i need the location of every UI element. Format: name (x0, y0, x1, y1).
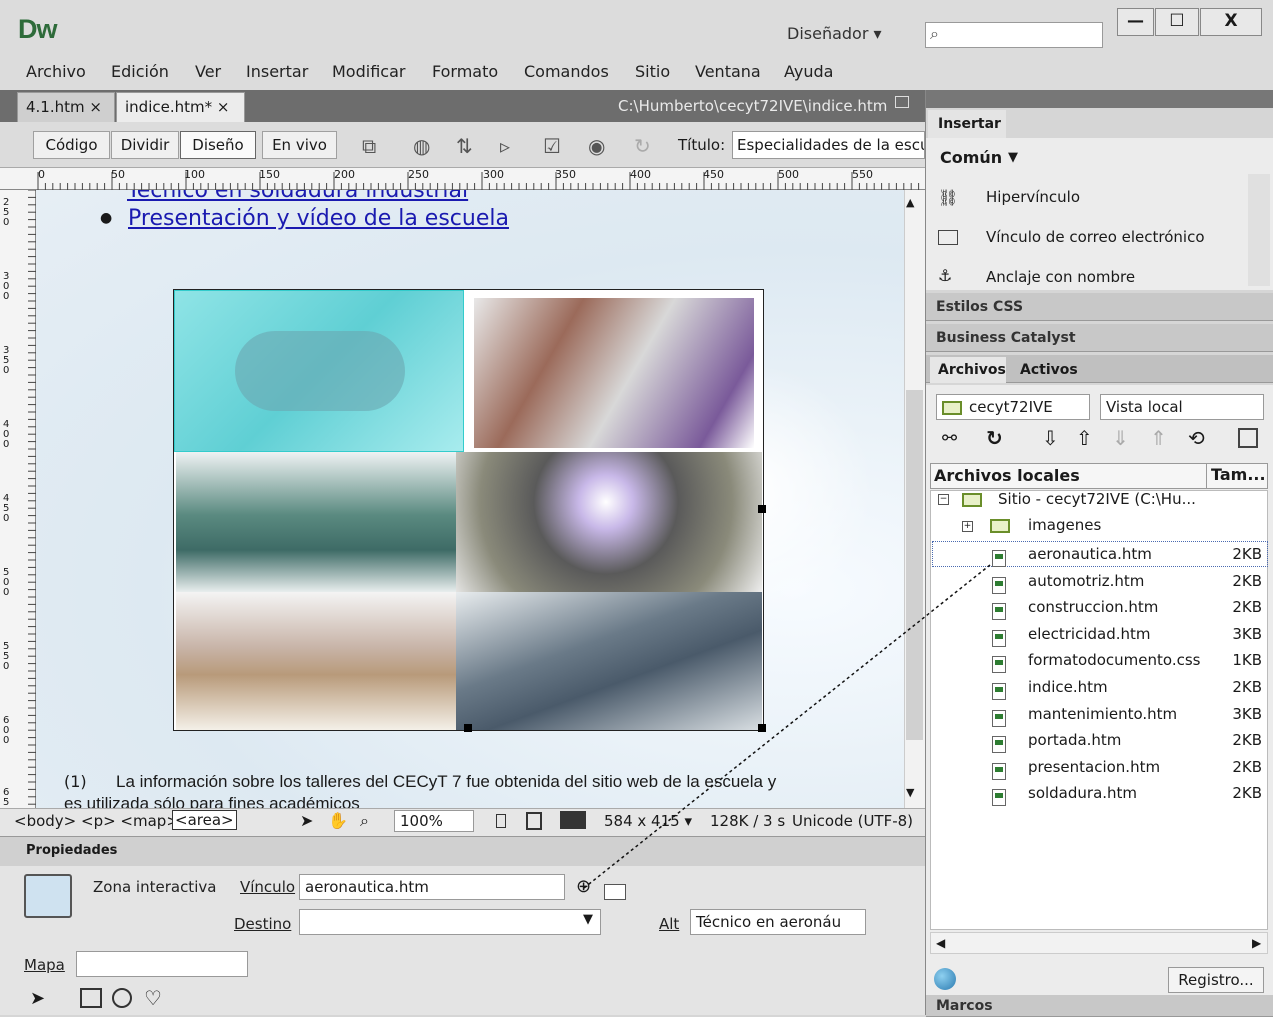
point-to-file-line (583, 564, 991, 889)
link-drag-line (583, 564, 991, 889)
